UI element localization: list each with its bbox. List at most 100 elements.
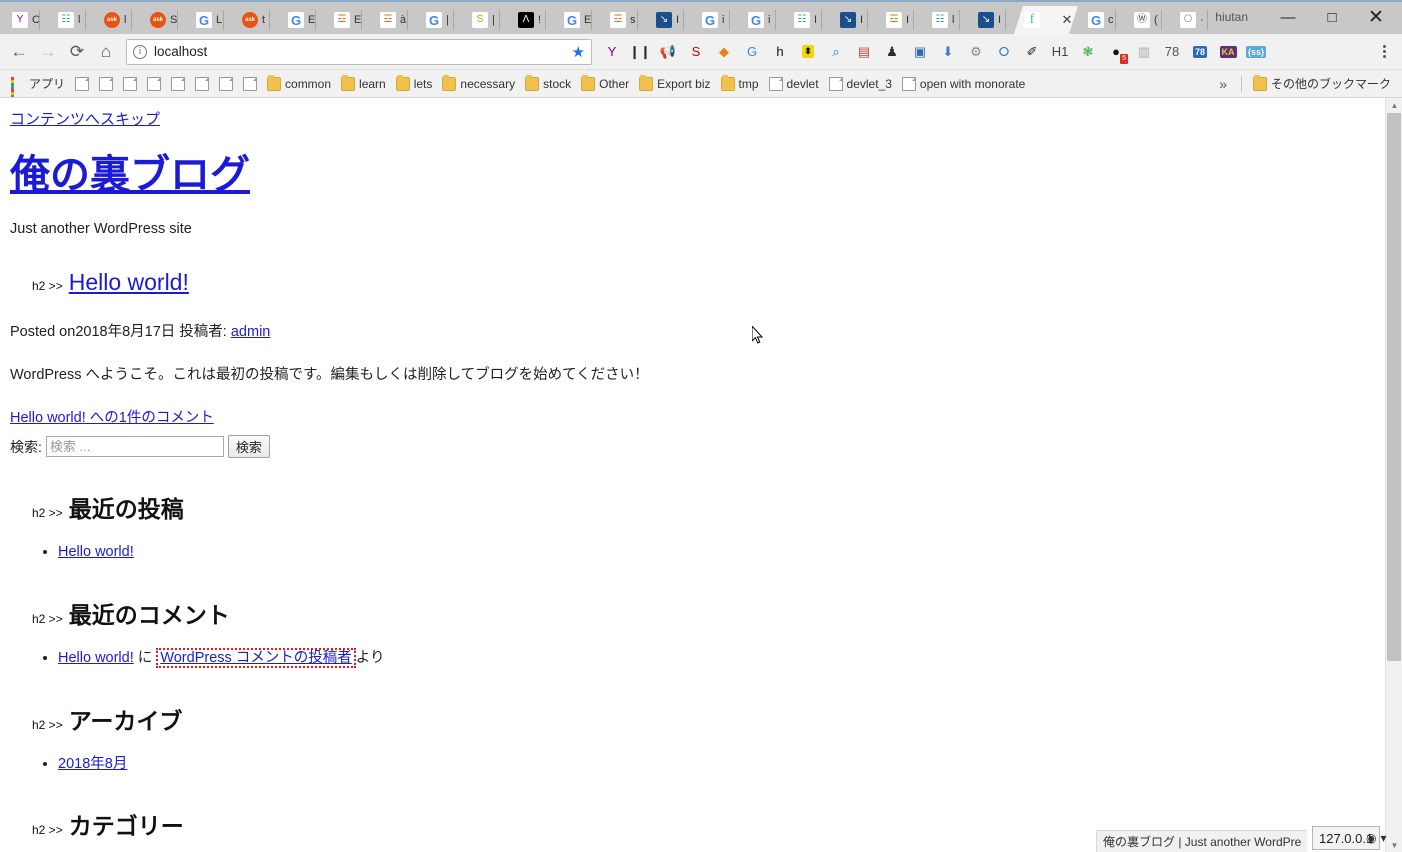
bookmark-item[interactable]: common: [262, 73, 336, 95]
profile-name[interactable]: hiutan: [1215, 10, 1248, 24]
bookmark-item[interactable]: devlet: [764, 73, 824, 95]
scroll-up-icon[interactable]: ▲: [1386, 98, 1402, 112]
download-extension-icon[interactable]: ⬇: [934, 39, 962, 65]
post-author-link[interactable]: admin: [231, 324, 271, 340]
vertical-scrollbar[interactable]: ▲ ▼: [1385, 98, 1402, 852]
eye-indicator[interactable]: ◉ ▾: [1366, 826, 1387, 850]
ruler78-extension-icon[interactable]: 78: [1186, 39, 1214, 65]
notes-extension-icon[interactable]: ▤: [850, 39, 878, 65]
browser-tab[interactable]: GL: [186, 6, 232, 34]
post-title-link[interactable]: Hello world!: [69, 269, 189, 296]
fox-extension-icon[interactable]: ◆: [710, 39, 738, 65]
chrome-menu-icon[interactable]: [1372, 39, 1396, 65]
url-text[interactable]: localhost: [154, 44, 572, 59]
megaphone-extension-icon[interactable]: 📢: [654, 39, 682, 65]
browser-tab[interactable]: GE: [554, 6, 600, 34]
browser-tab[interactable]: Gi: [692, 6, 738, 34]
post-comments-link[interactable]: Hello world! への1件のコメント: [10, 406, 214, 427]
counter78-extension-icon[interactable]: 78: [1158, 39, 1186, 65]
bookmark-apps[interactable]: アプリ: [6, 73, 70, 95]
browser-tab[interactable]: GE: [278, 6, 324, 34]
list-item-link[interactable]: Hello world!: [58, 650, 134, 666]
address-bar[interactable]: i localhost ★: [126, 39, 592, 65]
link-extension-icon[interactable]: ⭘: [990, 39, 1018, 65]
bookmark-item[interactable]: Other: [576, 73, 634, 95]
bookmark-item-blank[interactable]: [238, 73, 262, 95]
caret-down-icon[interactable]: ▾: [1380, 831, 1386, 845]
bookmark-star-icon[interactable]: ★: [572, 43, 585, 61]
browser-tab[interactable]: G|: [416, 6, 462, 34]
bookmark-item-blank[interactable]: [190, 73, 214, 95]
bracket-extension-icon[interactable]: ❙❙: [626, 39, 654, 65]
yahoo-extension-icon[interactable]: Y: [598, 39, 626, 65]
ka-extension-icon[interactable]: KA: [1214, 39, 1242, 65]
minimize-button[interactable]: —: [1266, 2, 1310, 32]
bookmark-item-blank[interactable]: [118, 73, 142, 95]
skip-to-content-link[interactable]: コンテンツへスキップ: [10, 108, 160, 129]
browser-tab[interactable]: Gi: [738, 6, 784, 34]
browser-tab[interactable]: ↘I: [646, 6, 692, 34]
comment-author-link[interactable]: WordPress コメントの投稿者: [160, 650, 351, 666]
window-extension-icon[interactable]: ▥: [1130, 39, 1158, 65]
browser-tab[interactable]: ☷I: [784, 6, 830, 34]
bookmark-item-blank[interactable]: [166, 73, 190, 95]
forward-icon[interactable]: →: [35, 39, 61, 65]
rss-extension-icon[interactable]: (ss): [1242, 39, 1270, 65]
eye-icon[interactable]: ◉: [1366, 831, 1376, 845]
site-title-link[interactable]: 俺の裏ブログ: [10, 153, 250, 197]
browser-tab[interactable]: ↘I: [830, 6, 876, 34]
other-bookmarks-folder[interactable]: その他のブックマーク: [1248, 73, 1396, 95]
search-extension-icon[interactable]: ⌕: [822, 39, 850, 65]
scrollbar-thumb[interactable]: [1387, 113, 1401, 661]
bookmark-item[interactable]: Export biz: [634, 73, 715, 95]
list-item-link[interactable]: Hello world!: [58, 544, 134, 560]
browser-tab[interactable]: ☲I: [876, 6, 922, 34]
bookmark-item-blank[interactable]: [70, 73, 94, 95]
browser-tab[interactable]: ☲à: [370, 6, 416, 34]
scroll-down-icon[interactable]: ▼: [1386, 838, 1402, 852]
bookmark-item-blank[interactable]: [142, 73, 166, 95]
browser-tab[interactable]: ☷l: [48, 6, 94, 34]
bookmark-item-blank[interactable]: [214, 73, 238, 95]
pen-extension-icon[interactable]: ✐: [1018, 39, 1046, 65]
blob-extension-icon[interactable]: ●5: [1102, 39, 1130, 65]
bookmark-item[interactable]: lets: [391, 73, 438, 95]
back-icon[interactable]: ←: [6, 39, 32, 65]
bookmarks-overflow-icon[interactable]: »: [1211, 76, 1235, 92]
list-item-link[interactable]: 2018年8月: [58, 756, 127, 772]
bookmark-item[interactable]: devlet_3: [824, 73, 897, 95]
tab-close-icon[interactable]: ✕: [1060, 12, 1074, 28]
close-window-button[interactable]: ✕: [1354, 2, 1398, 32]
browser-tab[interactable]: askl: [94, 6, 140, 34]
bookmark-item[interactable]: stock: [520, 73, 576, 95]
person-extension-icon[interactable]: ♟: [878, 39, 906, 65]
google-translate-extension-icon[interactable]: G: [738, 39, 766, 65]
seo-extension-icon[interactable]: S: [682, 39, 710, 65]
browser-tab[interactable]: YC: [2, 6, 48, 34]
home-icon[interactable]: ⌂: [93, 39, 119, 65]
maximize-button[interactable]: □: [1310, 2, 1354, 32]
browser-tab[interactable]: askt: [232, 6, 278, 34]
bookmark-item[interactable]: open with monorate: [897, 73, 1030, 95]
bookmark-item[interactable]: necessary: [437, 73, 520, 95]
browser-tab[interactable]: ⎔·: [1170, 6, 1215, 34]
search-button[interactable]: 検索: [228, 435, 270, 458]
bookmark-item[interactable]: learn: [336, 73, 391, 95]
bookmark-item-blank[interactable]: [94, 73, 118, 95]
browser-tab[interactable]: Λ!: [508, 6, 554, 34]
browser-tab[interactable]: ☷l: [922, 6, 968, 34]
browser-tab[interactable]: f✕: [1014, 6, 1078, 34]
page-info-icon[interactable]: i: [133, 45, 147, 59]
search-input[interactable]: [46, 436, 224, 457]
browser-tab[interactable]: ☲s: [600, 6, 646, 34]
gears-extension-icon[interactable]: ⚙: [962, 39, 990, 65]
image-extension-icon[interactable]: ▣: [906, 39, 934, 65]
browser-tab[interactable]: Ⓦ(: [1124, 6, 1170, 34]
puzzle-extension-icon[interactable]: ❃: [1074, 39, 1102, 65]
browser-tab[interactable]: Gc: [1078, 6, 1124, 34]
browser-tab[interactable]: S|: [462, 6, 508, 34]
scroll-extension-icon[interactable]: ⬍: [794, 39, 822, 65]
browser-tab[interactable]: ↘I: [968, 6, 1014, 34]
browser-tab[interactable]: askS: [140, 6, 186, 34]
reload-icon[interactable]: ⟳: [64, 39, 90, 65]
